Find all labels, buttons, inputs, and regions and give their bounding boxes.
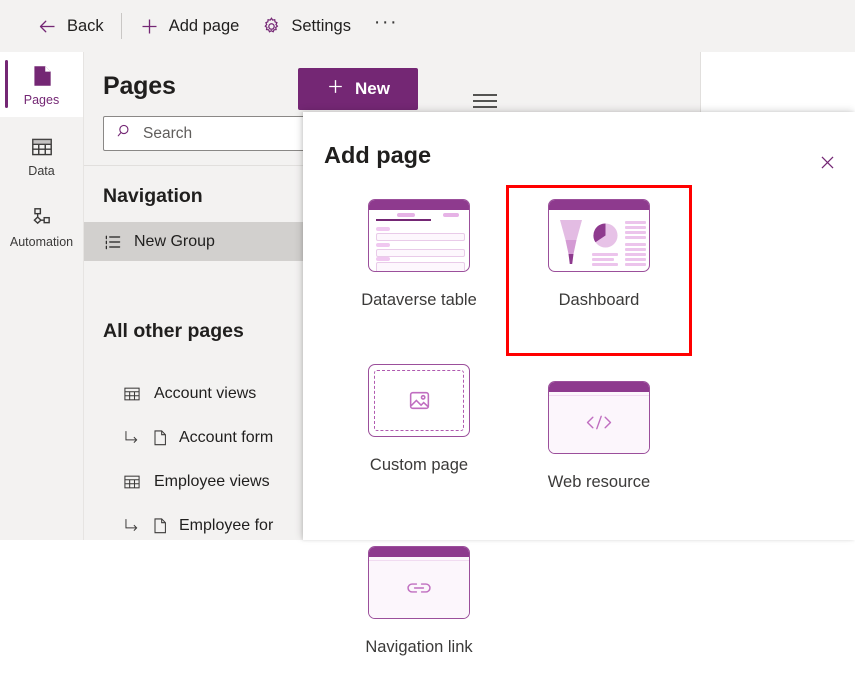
search-placeholder: Search: [143, 124, 193, 142]
card-web-resource[interactable]: Web resource: [509, 353, 689, 518]
pie-chart-icon: [593, 223, 618, 248]
sidebar-item-data-label: Data: [28, 163, 55, 178]
funnel-chart-icon: [560, 220, 582, 264]
plus-icon: [139, 16, 160, 37]
sidebar-item-pages-label: Pages: [23, 92, 60, 107]
card-web-resource-label: Web resource: [547, 473, 651, 491]
sidebar-item-automation-label: Automation: [9, 234, 74, 249]
hamburger-icon[interactable]: [472, 93, 498, 109]
flow-icon: [29, 205, 55, 231]
back-label: Back: [67, 16, 104, 35]
table-grid-icon: [122, 384, 142, 404]
dialog-title: Add page: [324, 142, 432, 168]
add-page-dialog: Add page Dataverse table Dashboard Custo…: [303, 112, 855, 656]
card-dataverse-table-label: Dataverse table: [361, 291, 477, 309]
nav-item-new-group-label: New Group: [134, 232, 215, 250]
gear-icon: [261, 16, 282, 37]
arrow-left-icon: [37, 16, 58, 37]
toolbar-divider: [120, 13, 122, 39]
overflow-menu-button[interactable]: ···: [368, 0, 404, 56]
plus-icon: [326, 77, 345, 101]
command-bar: Back Add page Settings ···: [0, 0, 855, 52]
dataverse-table-thumb: [368, 199, 470, 272]
link-icon: [407, 582, 431, 593]
nesting-arrow-icon: [122, 516, 141, 535]
nesting-arrow-icon: [122, 428, 141, 447]
table-grid-icon: [29, 134, 55, 160]
code-icon: [586, 415, 612, 430]
all-other-pages-heading: All other pages: [103, 320, 244, 342]
card-navigation-link[interactable]: Navigation link: [329, 518, 509, 683]
page-icon: [29, 63, 55, 89]
image-icon: [409, 391, 429, 410]
thumb-header-bar: [369, 547, 469, 557]
new-button[interactable]: New: [298, 68, 418, 110]
card-dataverse-table[interactable]: Dataverse table: [329, 188, 509, 353]
page-type-card-grid: Dataverse table Dashboard Custom page We…: [329, 185, 839, 683]
card-custom-page[interactable]: Custom page: [329, 353, 509, 518]
list-item-account-views-label: Account views: [154, 384, 257, 402]
custom-page-thumb: [368, 364, 470, 437]
search-icon: [116, 122, 134, 145]
sidebar-item-data[interactable]: Data: [0, 123, 83, 188]
web-resource-thumb: [548, 381, 650, 454]
sidebar-item-pages[interactable]: Pages: [0, 52, 83, 117]
card-navigation-link-label: Navigation link: [365, 638, 473, 656]
list-item-employee-form-label: Employee for: [179, 516, 274, 534]
dashboard-thumb: [548, 199, 650, 272]
add-page-button[interactable]: Add page: [128, 0, 251, 52]
card-dashboard[interactable]: Dashboard: [506, 185, 692, 356]
new-button-label: New: [355, 79, 390, 98]
settings-button[interactable]: Settings: [250, 0, 362, 52]
list-item-employee-views-label: Employee views: [154, 472, 270, 490]
document-icon: [150, 428, 170, 448]
settings-label: Settings: [291, 16, 351, 35]
back-button[interactable]: Back: [26, 0, 115, 52]
thumb-header-bar: [549, 382, 649, 392]
navigation-link-thumb: [368, 546, 470, 619]
card-dashboard-label: Dashboard: [558, 291, 640, 309]
table-grid-icon: [122, 472, 142, 492]
document-icon: [150, 516, 170, 536]
navigation-heading: Navigation: [103, 185, 203, 207]
sidebar-item-automation[interactable]: Automation: [0, 194, 83, 259]
card-custom-page-label: Custom page: [369, 456, 469, 474]
list-item-account-form-label: Account form: [179, 428, 274, 446]
close-icon[interactable]: [811, 146, 843, 178]
thumb-header-bar: [369, 200, 469, 210]
page-title: Pages: [103, 72, 176, 100]
add-page-label: Add page: [168, 16, 240, 35]
group-list-icon: [103, 232, 123, 252]
left-rail: Pages Data Automation: [0, 52, 84, 540]
thumb-header-bar: [549, 200, 649, 210]
